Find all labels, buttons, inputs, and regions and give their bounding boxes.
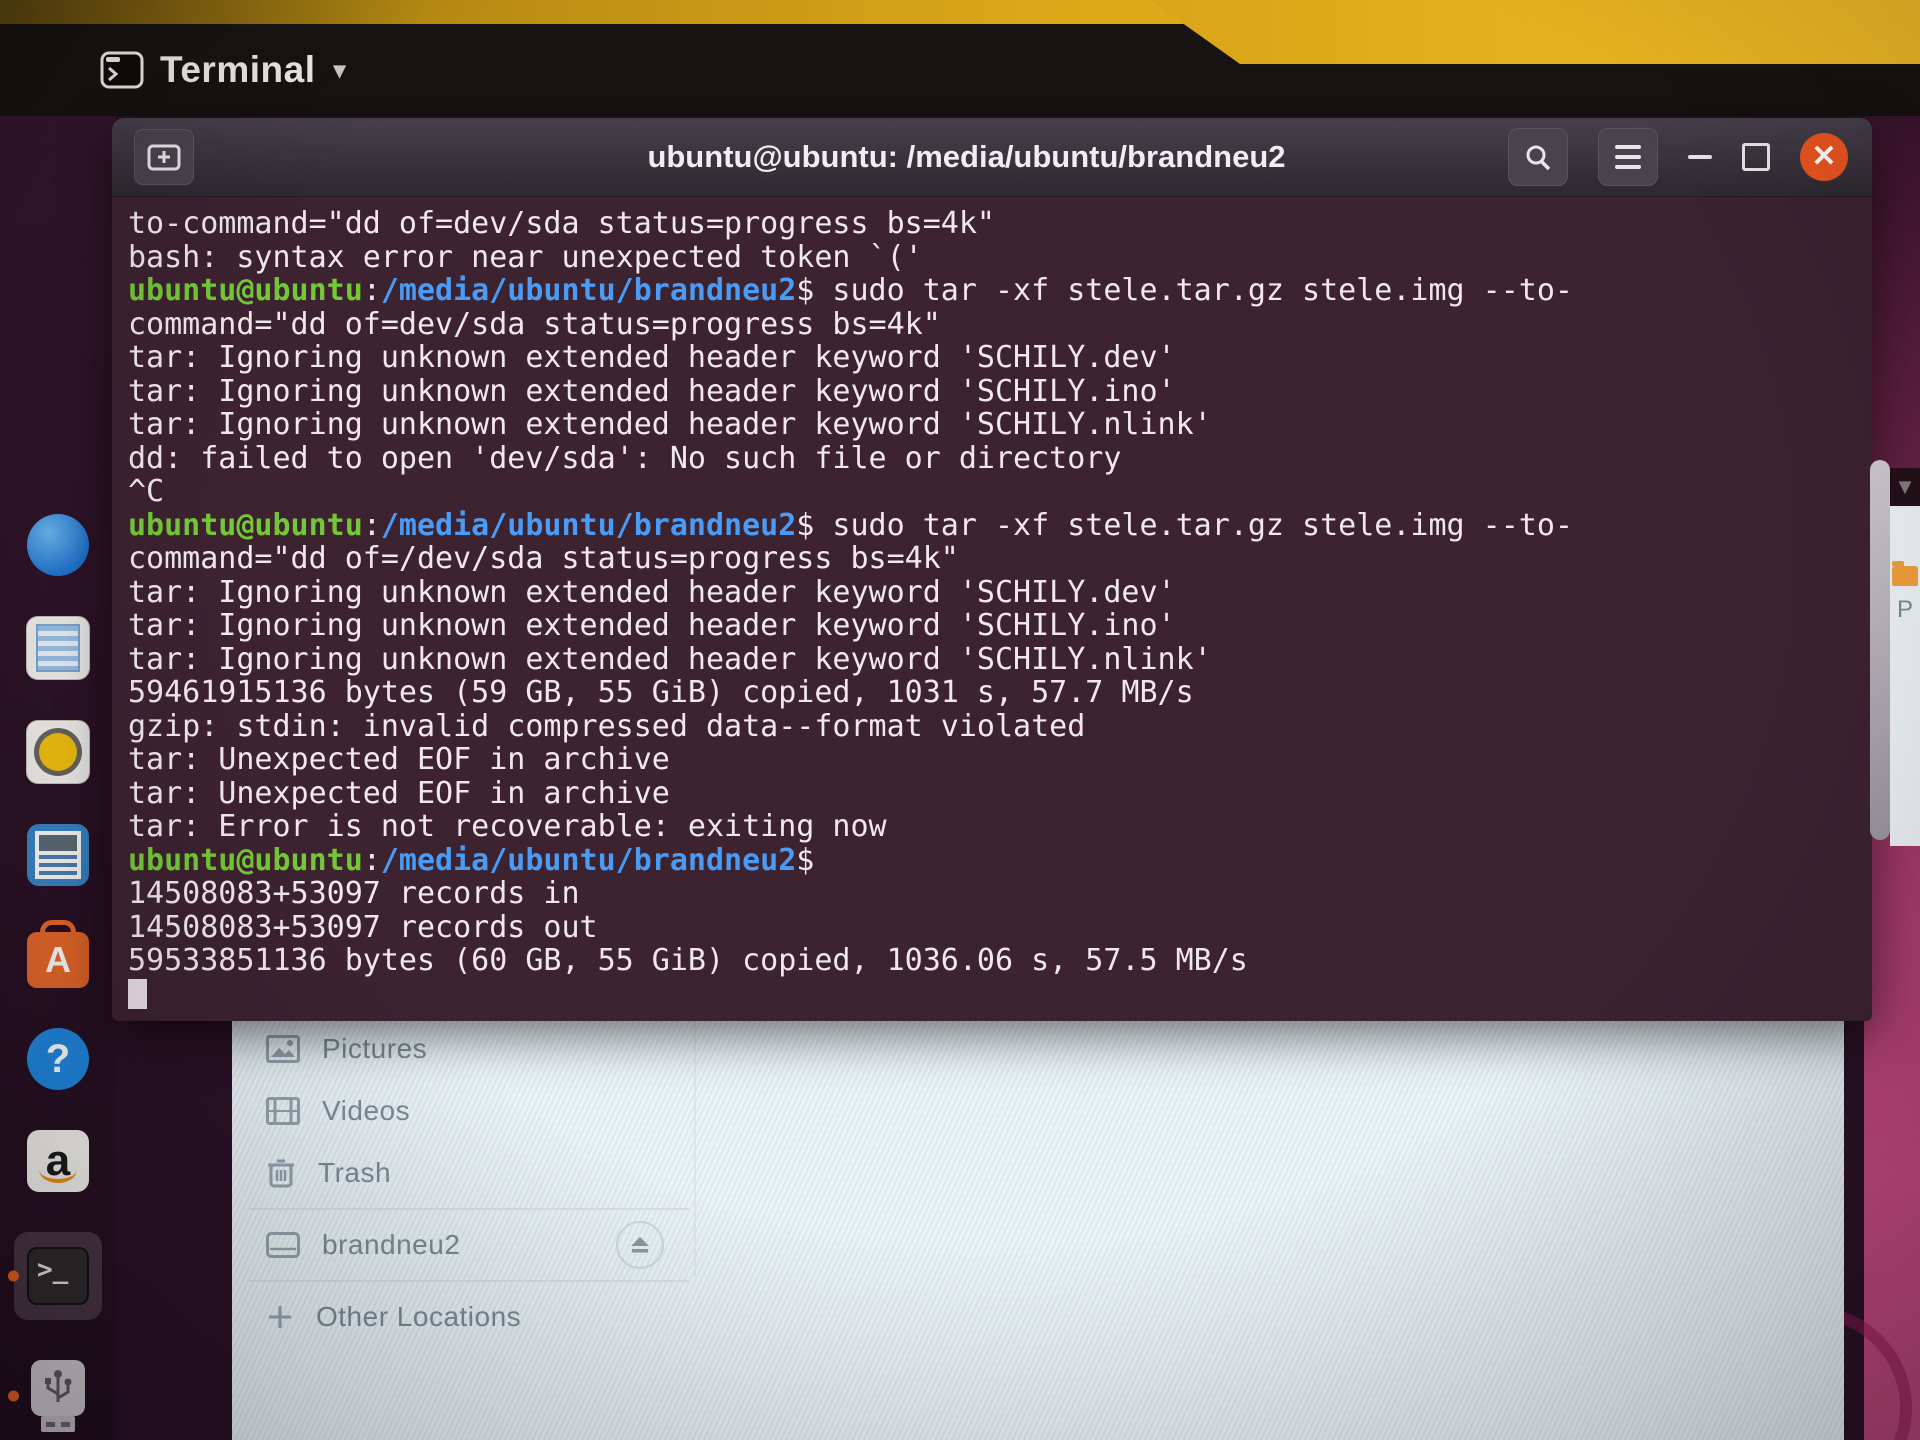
amazon-icon: a <box>27 1130 89 1192</box>
terminal-line: ubuntu@ubuntu:/media/ubuntu/brandneu2$ <box>128 844 1856 878</box>
eject-icon <box>629 1235 651 1255</box>
terminal-output[interactable]: to-command="dd of=dev/sda status=progres… <box>112 197 1872 1021</box>
image-icon <box>266 1035 300 1063</box>
app-menu-label: Terminal <box>160 49 315 91</box>
photographed-screen: Terminal ▾ A ? a <box>0 0 1920 1440</box>
sidebar-item-videos[interactable]: Videos <box>250 1080 690 1142</box>
app-menu-terminal[interactable]: Terminal ▾ <box>100 49 346 91</box>
presentation-icon <box>26 720 90 784</box>
spreadsheet-icon <box>26 616 90 680</box>
terminal-window: ubuntu@ubuntu: /media/ubuntu/brandneu2 ✕… <box>112 118 1872 1020</box>
terminal-line: 59461915136 bytes (59 GB, 55 GiB) copied… <box>128 676 1856 710</box>
terminal-line: bash: syntax error near unexpected token… <box>128 241 1856 275</box>
maximize-icon <box>1742 143 1770 171</box>
sidebar-item-pictures[interactable]: Pictures <box>250 1018 690 1080</box>
sidebar-item-brandneu2[interactable]: brandneu2 <box>250 1214 690 1276</box>
chevron-down-icon: ▾ <box>333 56 346 85</box>
sidebar-label: Trash <box>318 1157 391 1189</box>
dock-item-libreoffice-impress[interactable] <box>0 720 116 784</box>
terminal-line: ubuntu@ubuntu:/media/ubuntu/brandneu2$ s… <box>128 509 1856 543</box>
eject-button[interactable] <box>616 1221 664 1269</box>
close-button[interactable]: ✕ <box>1800 133 1848 181</box>
software-bag-icon: A <box>27 932 89 988</box>
dock-item-libreoffice-writer[interactable] <box>0 824 116 886</box>
terminal-cursor <box>128 979 147 1009</box>
terminal-line: ^C <box>128 475 1856 509</box>
dock-item-terminal-active[interactable]: >_ <box>0 1232 116 1320</box>
disk-icon <box>266 1232 300 1258</box>
glare-band-top-right <box>1150 0 1920 64</box>
maximize-button[interactable] <box>1742 143 1770 171</box>
minimize-button[interactable] <box>1688 155 1712 159</box>
files-sidebar: Pictures Videos <box>250 1018 690 1348</box>
search-icon <box>1523 142 1553 172</box>
folder-icon <box>1892 566 1918 586</box>
minimize-icon <box>1688 155 1712 159</box>
terminal-line: 59533851136 bytes (60 GB, 55 GiB) copied… <box>128 944 1856 978</box>
sidebar-separator <box>250 1208 690 1210</box>
scroll-down-chevron-icon[interactable]: ▼ <box>1890 468 1920 506</box>
files-content-sliver: P <box>1890 506 1920 846</box>
sidebar-label: Other Locations <box>316 1301 521 1333</box>
sidebar-label: Videos <box>322 1095 410 1127</box>
window-edge-scrollbar[interactable] <box>1870 460 1890 840</box>
terminal-line: to-command="dd of=dev/sda status=progres… <box>128 207 1856 241</box>
terminal-line: tar: Ignoring unknown extended header ke… <box>128 408 1856 442</box>
usb-icon <box>31 1360 85 1432</box>
question-icon: ? <box>27 1028 89 1090</box>
film-icon <box>266 1097 300 1125</box>
window-title: ubuntu@ubuntu: /media/ubuntu/brandneu2 <box>647 139 1285 175</box>
terminal-line: tar: Unexpected EOF in archive <box>128 743 1856 777</box>
dock-item-help[interactable]: ? <box>0 1028 116 1090</box>
blue-globe-icon <box>27 514 89 576</box>
terminal-line: tar: Ignoring unknown extended header ke… <box>128 375 1856 409</box>
dock-item-usb-drive[interactable] <box>0 1360 116 1432</box>
menu-button[interactable] <box>1598 128 1658 186</box>
ubuntu-dock: A ? a >_ <box>0 116 116 1440</box>
terminal-line: tar: Ignoring unknown extended header ke… <box>128 643 1856 677</box>
plus-icon <box>266 1303 294 1331</box>
terminal-line: tar: Unexpected EOF in archive <box>128 777 1856 811</box>
sidebar-separator <box>250 1280 690 1282</box>
new-tab-icon <box>147 142 181 172</box>
close-icon: ✕ <box>1811 142 1836 172</box>
dock-item-browser[interactable] <box>0 514 116 576</box>
trash-icon <box>266 1157 296 1189</box>
terminal-line: tar: Error is not recoverable: exiting n… <box>128 810 1856 844</box>
terminal-icon: >_ <box>27 1247 89 1305</box>
active-app-highlight: >_ <box>14 1232 102 1320</box>
terminal-line: dd: failed to open 'dev/sda': No such fi… <box>128 442 1856 476</box>
sidebar-item-other-locations[interactable]: Other Locations <box>250 1286 690 1348</box>
running-indicator-dot <box>8 1391 19 1402</box>
terminal-line: tar: Ignoring unknown extended header ke… <box>128 341 1856 375</box>
terminal-line: 14508083+53097 records in <box>128 877 1856 911</box>
sidebar-item-trash[interactable]: Trash <box>250 1142 690 1204</box>
dock-item-amazon[interactable]: a <box>0 1130 116 1192</box>
terminal-line: tar: Ignoring unknown extended header ke… <box>128 609 1856 643</box>
running-indicator-dot <box>8 1271 19 1282</box>
terminal-line: tar: Ignoring unknown extended header ke… <box>128 576 1856 610</box>
terminal-line <box>128 978 1856 1012</box>
search-button[interactable] <box>1508 128 1568 186</box>
terminal-line: ubuntu@ubuntu:/media/ubuntu/brandneu2$ s… <box>128 274 1856 308</box>
terminal-line: gzip: stdin: invalid compressed data--fo… <box>128 710 1856 744</box>
dock-item-libreoffice-calc[interactable] <box>0 616 116 680</box>
terminal-titlebar[interactable]: ubuntu@ubuntu: /media/ubuntu/brandneu2 ✕ <box>112 118 1872 197</box>
sidebar-label: Pictures <box>322 1033 427 1065</box>
hamburger-icon <box>1615 145 1641 169</box>
dock-item-ubuntu-software[interactable]: A <box>0 926 116 988</box>
new-tab-button[interactable] <box>134 129 194 185</box>
terminal-app-icon <box>100 51 144 89</box>
terminal-line: 14508083+53097 records out <box>128 911 1856 945</box>
amazon-smile-arrow <box>39 1167 77 1183</box>
folder-partial-label: P <box>1897 596 1913 624</box>
sidebar-content-divider <box>694 1010 696 1276</box>
sidebar-label: brandneu2 <box>322 1229 460 1261</box>
document-icon <box>27 824 89 886</box>
terminal-line: command="dd of=/dev/sda status=progress … <box>128 542 1856 576</box>
terminal-line: command="dd of=dev/sda status=progress b… <box>128 308 1856 342</box>
